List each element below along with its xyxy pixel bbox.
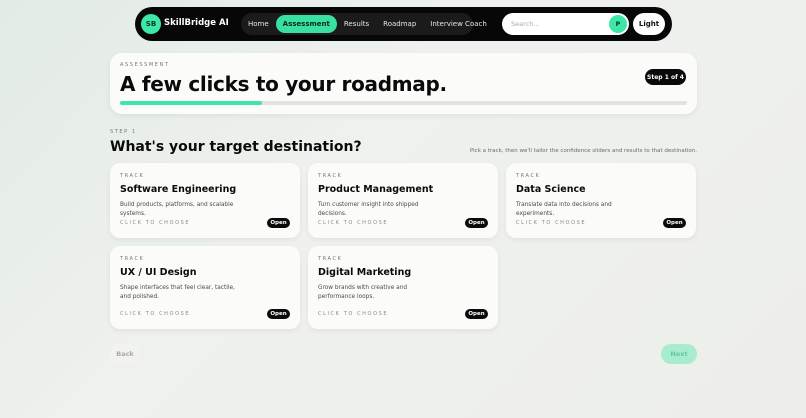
next-button[interactable]: Next xyxy=(661,344,697,364)
card-title: Digital Marketing xyxy=(318,267,412,278)
section-title: What's your target destination? xyxy=(110,139,362,155)
card-cta: CLICK TO CHOOSE xyxy=(120,220,191,226)
track-card-ux-ui-design[interactable]: TRACK UX / UI Design Shape interfaces th… xyxy=(110,246,300,329)
nav-link-assessment[interactable]: Assessment xyxy=(275,15,337,33)
card-cta: CLICK TO CHOOSE xyxy=(516,220,587,226)
card-title: Software Engineering xyxy=(120,184,237,195)
card-title: Product Management xyxy=(318,184,434,195)
section-hint: Pick a track, then we'll tailor the conf… xyxy=(469,148,697,154)
nav-link-home[interactable]: Home xyxy=(241,15,276,33)
card-title: UX / UI Design xyxy=(120,267,197,278)
theme-toggle-button[interactable]: Light xyxy=(633,13,665,35)
brand-name[interactable]: SkillBridge AI xyxy=(164,18,229,28)
hero-eyebrow: ASSESSMENT xyxy=(120,62,170,68)
progress-fill xyxy=(120,101,262,105)
user-avatar[interactable]: P xyxy=(609,15,627,33)
progress-bar xyxy=(120,101,687,105)
step-badge: Step 1 of 4 xyxy=(645,69,686,85)
search-input[interactable] xyxy=(511,19,601,29)
back-button[interactable]: Back xyxy=(110,344,140,364)
open-button[interactable]: Open xyxy=(663,218,686,228)
nav-link-results[interactable]: Results xyxy=(337,15,376,33)
open-button[interactable]: Open xyxy=(267,218,290,228)
card-cta: CLICK TO CHOOSE xyxy=(318,311,389,317)
brand-logo[interactable]: SB xyxy=(141,14,161,34)
card-title: Data Science xyxy=(516,184,586,195)
open-button[interactable]: Open xyxy=(465,218,488,228)
track-card-data-science[interactable]: TRACK Data Science Translate data into d… xyxy=(506,163,696,238)
assessment-hero: ASSESSMENT A few clicks to your roadmap.… xyxy=(110,53,697,114)
page-title: A few clicks to your roadmap. xyxy=(120,72,447,96)
card-eyebrow: TRACK xyxy=(318,173,343,179)
open-button[interactable]: Open xyxy=(267,309,290,319)
open-button[interactable]: Open xyxy=(465,309,488,319)
track-card-product-management[interactable]: TRACK Product Management Turn customer i… xyxy=(308,163,498,238)
card-description: Shape interfaces that feel clear, tactil… xyxy=(120,285,235,300)
top-nav: SB SkillBridge AI Home Assessment Result… xyxy=(135,7,672,41)
step-eyebrow: STEP 1 xyxy=(110,129,137,135)
nav-link-interview-coach[interactable]: Interview Coach xyxy=(423,15,494,33)
card-description: Grow brands with creative and performanc… xyxy=(318,285,408,300)
card-description: Translate data into decisions and experi… xyxy=(516,202,612,217)
card-cta: CLICK TO CHOOSE xyxy=(318,220,389,226)
search-box: P xyxy=(502,13,629,35)
card-description: Build products, platforms, and scalable … xyxy=(120,202,234,217)
track-card-software-engineering[interactable]: TRACK Software Engineering Build product… xyxy=(110,163,300,238)
card-eyebrow: TRACK xyxy=(120,256,145,262)
nav-links: Home Assessment Results Roadmap Intervie… xyxy=(241,13,487,35)
card-eyebrow: TRACK xyxy=(516,173,541,179)
card-cta: CLICK TO CHOOSE xyxy=(120,311,191,317)
track-card-digital-marketing[interactable]: TRACK Digital Marketing Grow brands with… xyxy=(308,246,498,329)
card-description: Turn customer insight into shipped decis… xyxy=(318,202,419,217)
card-eyebrow: TRACK xyxy=(120,173,145,179)
card-eyebrow: TRACK xyxy=(318,256,343,262)
nav-link-roadmap[interactable]: Roadmap xyxy=(376,15,423,33)
